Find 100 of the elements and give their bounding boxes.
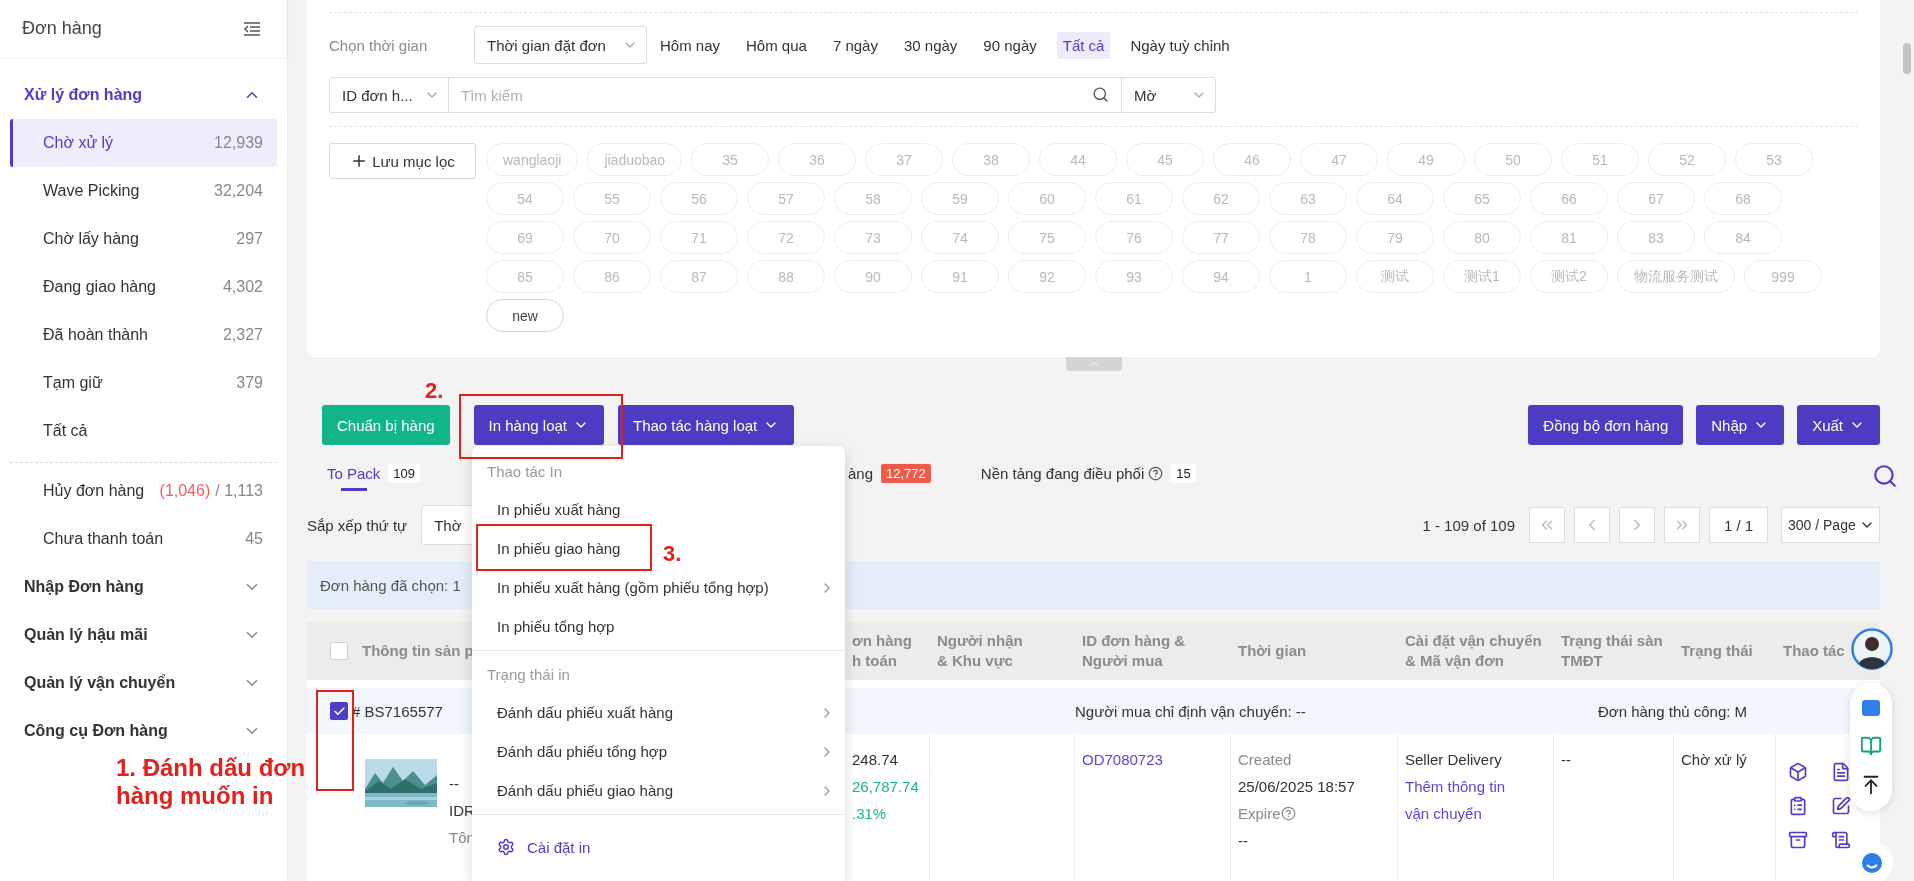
filter-tag[interactable]: 55 xyxy=(573,182,651,215)
menu-item[interactable]: Đánh dấu phiếu giao hàng xyxy=(482,773,845,808)
time-option[interactable]: Ngày tuỳ chỉnh xyxy=(1124,31,1236,59)
sidebar-item[interactable]: Tất cả xyxy=(10,407,277,455)
filter-tag[interactable]: 86 xyxy=(573,260,651,293)
menu-item[interactable]: Đánh dấu phiếu tổng hợp xyxy=(482,734,845,769)
filter-tag[interactable]: 51 xyxy=(1561,143,1640,176)
sidebar-item[interactable]: Chờ xử lý 12,939 xyxy=(10,119,277,167)
sidebar-item[interactable]: Đang giao hàng 4,302 xyxy=(10,263,277,311)
page-size-select[interactable]: 300 / Page xyxy=(1781,507,1880,543)
filter-tag[interactable]: 61 xyxy=(1095,182,1173,215)
filter-tag[interactable]: 测试1 xyxy=(1443,260,1521,293)
sidebar-group[interactable]: Quản lý hậu mãi xyxy=(0,611,287,659)
list-icon[interactable] xyxy=(1788,796,1808,816)
toolbar-button[interactable]: In hàng loạt xyxy=(473,405,604,445)
filter-tag[interactable]: 49 xyxy=(1387,143,1466,176)
time-option[interactable]: Hôm nay xyxy=(654,31,727,59)
filter-tag[interactable]: 75 xyxy=(1008,221,1086,254)
filter-tag[interactable]: 35 xyxy=(691,143,770,176)
search-icon[interactable] xyxy=(1092,86,1109,103)
filter-tag[interactable]: 91 xyxy=(921,260,999,293)
filter-tag[interactable]: 73 xyxy=(834,221,912,254)
filter-tag[interactable]: 57 xyxy=(747,182,825,215)
filter-tag[interactable]: 83 xyxy=(1617,221,1695,254)
receipt-icon[interactable] xyxy=(1831,830,1851,850)
collapse-handle[interactable] xyxy=(1065,357,1122,371)
filter-tag[interactable]: 68 xyxy=(1704,182,1782,215)
filter-tag[interactable]: 45 xyxy=(1126,143,1205,176)
match-mode-select[interactable]: Mờ xyxy=(1121,77,1216,113)
search-field-select[interactable]: ID đơn h... xyxy=(329,77,449,113)
filter-tag[interactable]: 53 xyxy=(1735,143,1814,176)
filter-tag[interactable]: 78 xyxy=(1269,221,1347,254)
filter-tag[interactable]: 测试2 xyxy=(1530,260,1608,293)
toolbar-button[interactable]: Chuẩn bị hàng xyxy=(322,405,450,445)
box-icon[interactable] xyxy=(1788,762,1808,782)
menu-item[interactable]: Đánh dấu phiếu xuất hàng xyxy=(482,695,845,730)
collapse-icon[interactable] xyxy=(243,20,261,37)
search-field[interactable]: Tìm kiếm xyxy=(449,77,1121,113)
checkbox[interactable] xyxy=(330,702,348,720)
page-field[interactable]: 1 / 1 xyxy=(1709,507,1768,543)
time-type-select[interactable]: Thời gian đặt đơn xyxy=(474,26,647,64)
filter-tag[interactable]: 92 xyxy=(1008,260,1086,293)
filter-tag[interactable]: 36 xyxy=(778,143,857,176)
status-tab[interactable]: To Pack 109 xyxy=(327,453,421,493)
filter-tag[interactable]: 测试 xyxy=(1356,260,1434,293)
filter-tag[interactable]: 87 xyxy=(660,260,738,293)
menu-item[interactable]: In phiếu xuất hàng (gồm phiếu tổng hợp) xyxy=(482,570,845,605)
document-icon[interactable] xyxy=(1831,762,1851,782)
filter-tag[interactable]: 65 xyxy=(1443,182,1521,215)
filter-tag[interactable]: 90 xyxy=(834,260,912,293)
filter-tag[interactable]: 81 xyxy=(1530,221,1608,254)
sidebar-group[interactable]: Nhập Đơn hàng xyxy=(0,563,287,611)
status-tab[interactable]: Nền tảng đang điều phối 15 xyxy=(980,453,1196,493)
filter-tag[interactable]: 93 xyxy=(1095,260,1173,293)
toolbar-button[interactable]: Đồng bộ đơn hàng xyxy=(1528,405,1684,445)
sidebar-group[interactable]: Xử lý đơn hàng xyxy=(0,71,287,119)
filter-tag[interactable]: 64 xyxy=(1356,182,1434,215)
sidebar-group[interactable]: Quản lý vận chuyển xyxy=(0,659,287,707)
add-shipping-link[interactable]: Thêm thông tin vận chuyển xyxy=(1405,773,1529,827)
filter-tag[interactable]: 46 xyxy=(1213,143,1292,176)
filter-tag[interactable]: 94 xyxy=(1182,260,1260,293)
sidebar-item[interactable]: Chờ lấy hàng 297 xyxy=(10,215,277,263)
filter-tag[interactable]: 71 xyxy=(660,221,738,254)
filter-tag[interactable]: 44 xyxy=(1039,143,1118,176)
filter-tag[interactable]: 63 xyxy=(1269,182,1347,215)
square-icon[interactable] xyxy=(1861,697,1881,718)
toolbar-button[interactable]: Thao tác hàng loạt xyxy=(618,405,795,445)
filter-tag[interactable]: 80 xyxy=(1443,221,1521,254)
sidebar-group[interactable]: Công cụ Đơn hàng xyxy=(0,707,287,755)
search-icon[interactable] xyxy=(1872,463,1898,489)
filter-tag[interactable]: 62 xyxy=(1182,182,1260,215)
book-icon[interactable] xyxy=(1860,735,1882,757)
sidebar-item[interactable]: Tạm giữ 379 xyxy=(10,359,277,407)
filter-tag[interactable]: 74 xyxy=(921,221,999,254)
filter-tag[interactable]: new xyxy=(486,299,564,332)
filter-tag[interactable]: 76 xyxy=(1095,221,1173,254)
filter-tag[interactable]: 66 xyxy=(1530,182,1608,215)
time-option[interactable]: Hôm qua xyxy=(740,31,813,59)
filter-tag[interactable]: 88 xyxy=(747,260,825,293)
sidebar-item[interactable]: Hủy đơn hàng (1,046) / 1,113 xyxy=(10,467,277,515)
filter-tag[interactable]: 69 xyxy=(486,221,564,254)
status-tab[interactable]: àng 12,772 xyxy=(848,453,931,493)
filter-tag[interactable]: 59 xyxy=(921,182,999,215)
edit-icon[interactable] xyxy=(1831,796,1851,816)
sidebar-item[interactable]: Đã hoàn thành 2,327 xyxy=(10,311,277,359)
time-option[interactable]: 90 ngày xyxy=(977,31,1043,59)
filter-tag[interactable]: jiaduobao xyxy=(587,143,683,176)
time-option[interactable]: Tất cả xyxy=(1056,31,1111,59)
filter-tag[interactable]: 物流服务测试 xyxy=(1617,260,1735,293)
filter-tag[interactable]: 77 xyxy=(1182,221,1260,254)
filter-tag[interactable]: 72 xyxy=(747,221,825,254)
filter-tag[interactable]: 58 xyxy=(834,182,912,215)
filter-tag[interactable]: 999 xyxy=(1744,260,1822,293)
filter-tag[interactable]: 85 xyxy=(486,260,564,293)
avatar[interactable] xyxy=(1851,628,1893,670)
sidebar-item[interactable]: Wave Picking 32,204 xyxy=(10,167,277,215)
filter-tag[interactable]: 37 xyxy=(865,143,944,176)
toolbar-button[interactable]: Xuất xyxy=(1797,405,1880,445)
filter-tag[interactable]: 84 xyxy=(1704,221,1782,254)
print-settings-item[interactable]: Cài đặt in xyxy=(472,821,591,873)
